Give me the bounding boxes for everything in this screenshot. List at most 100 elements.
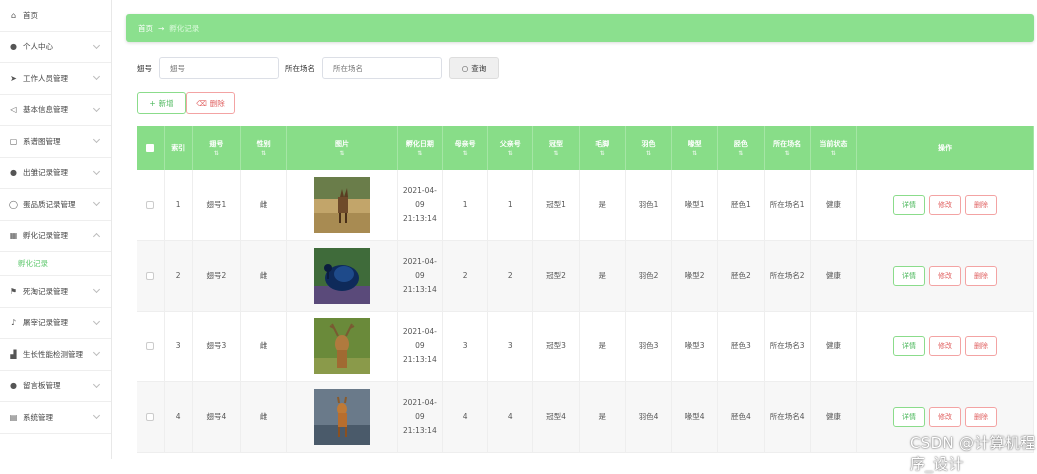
sidebar-item-growth[interactable]: ▟ 生长性能检测管理	[0, 339, 111, 371]
cell-status: 健康	[810, 381, 857, 453]
detail-button[interactable]: 详情	[892, 195, 925, 215]
column-header-index[interactable]: 索引	[164, 126, 193, 170]
row-actions: 详情 修改 删除	[856, 170, 1035, 241]
cell-wing: 翅号1	[192, 170, 242, 241]
cell-sex: 雌	[240, 170, 288, 241]
add-button[interactable]: + 新增	[137, 92, 186, 114]
sidebar: ⌂ 首页 ● 个人中心 ➤ 工作人员管理 ◁ 基本信息管理 ▢ 系谱图管理 ● 出雏记录管理…	[0, 0, 112, 459]
cell-father: 1	[487, 170, 534, 241]
cell-wing: 翅号2	[192, 240, 242, 312]
delete-button[interactable]: 删除	[964, 406, 997, 427]
sidebar-item-personal-center[interactable]: ● 个人中心	[0, 32, 111, 63]
column-header-date[interactable]: 孵化日期 ⇅	[397, 126, 443, 170]
paper-plane-icon: ◁	[10, 105, 17, 115]
column-header-image[interactable]: 图片 ⇅	[286, 126, 398, 170]
column-header-shank[interactable]: 胫色 ⇅	[717, 126, 765, 170]
edit-button[interactable]: 修改	[928, 265, 961, 286]
breadcrumb-current: 孵化记录	[169, 23, 200, 33]
sidebar-item-hatch-out[interactable]: ● 出雏记录管理	[0, 158, 111, 189]
query-button-label: 查询	[471, 63, 487, 73]
cell-shank: 胫色1	[717, 170, 765, 241]
table-icon: ▤	[9, 412, 18, 422]
sidebar-item-system[interactable]: ▤ 系统管理	[0, 402, 111, 434]
row-checkbox[interactable]	[137, 170, 165, 241]
sidebar-item-message-board[interactable]: ● 留言板管理	[0, 371, 111, 402]
column-header-sex[interactable]: 性别 ⇅	[240, 126, 288, 170]
column-header-comb[interactable]: 冠型 ⇅	[532, 126, 580, 170]
cell-farm: 所在场名2	[764, 240, 811, 312]
detail-button[interactable]: 详情	[892, 265, 925, 286]
cell-sex: 雌	[240, 381, 288, 453]
delete-button[interactable]: 删除	[964, 265, 997, 286]
sidebar-item-mortality[interactable]: ⚑ 死淘记录管理	[0, 276, 111, 308]
cell-status: 健康	[810, 240, 857, 312]
farm-name-input[interactable]	[322, 57, 442, 79]
user-icon: ●	[10, 42, 17, 52]
row-checkbox[interactable]	[137, 311, 165, 382]
edit-button[interactable]: 修改	[928, 336, 961, 357]
cell-feather: 羽色3	[625, 311, 673, 382]
cell-index: 3	[164, 311, 193, 382]
column-header-feather[interactable]: 羽色 ⇅	[625, 126, 673, 170]
sidebar-subitem-incubation-record[interactable]: 孵化记录	[0, 252, 111, 276]
person-icon: ●	[10, 381, 17, 391]
row-actions: 详情 修改 删除	[856, 311, 1035, 382]
batch-delete-button[interactable]: ⌫ 删除	[186, 92, 235, 114]
cell-feather: 羽色2	[625, 240, 673, 312]
sidebar-item-slaughter[interactable]: ♪ 屠宰记录管理	[0, 308, 111, 339]
sidebar-item-staff[interactable]: ➤ 工作人员管理	[0, 63, 111, 95]
search-bar: 翅号 所在场名 ○查询	[137, 57, 499, 79]
delete-button-label: 删除	[209, 98, 225, 108]
chevron-down-icon	[92, 348, 101, 357]
add-button-label: 新增	[158, 98, 174, 108]
sidebar-item-label: 留言板管理	[23, 381, 61, 391]
column-header-wing[interactable]: 翅号 ⇅	[192, 126, 242, 170]
grid-icon: ▦	[9, 231, 18, 241]
cell-farm: 所在场名4	[764, 381, 811, 453]
sidebar-item-pedigree[interactable]: ▢ 系谱图管理	[0, 126, 111, 158]
sidebar-item-basic-info[interactable]: ◁ 基本信息管理	[0, 95, 111, 126]
detail-button[interactable]: 详情	[892, 336, 925, 357]
column-header-farm[interactable]: 所在场名 ⇅	[764, 126, 811, 170]
delete-button[interactable]: 删除	[964, 195, 997, 215]
cell-farm: 所在场名1	[764, 170, 811, 241]
cell-feet: 是	[579, 170, 626, 241]
sidebar-item-label: 出雏记录管理	[23, 168, 68, 178]
edit-button[interactable]: 修改	[928, 406, 961, 427]
trash-icon: ⌫	[196, 98, 207, 108]
row-actions: 详情 修改 删除	[856, 240, 1035, 312]
chevron-down-icon	[92, 41, 101, 49]
query-button[interactable]: ○ 查询	[449, 57, 499, 79]
chevron-down-icon	[92, 167, 101, 175]
edit-button[interactable]: 修改	[928, 195, 961, 215]
sidebar-item-label: 孵化记录管理	[23, 231, 68, 241]
sidebar-item-incubation[interactable]: ▦ 孵化记录管理	[0, 221, 111, 252]
cell-beak: 喙型1	[671, 170, 719, 241]
sidebar-item-label: 系统管理	[23, 412, 53, 422]
breadcrumb-home[interactable]: 首页	[138, 23, 153, 34]
row-image-cell	[286, 170, 398, 241]
column-header-status[interactable]: 当前状态 ⇅	[810, 126, 857, 170]
sidebar-item-label: 蛋品质记录管理	[23, 199, 76, 209]
select-all-checkbox[interactable]	[137, 126, 165, 170]
flag-icon: ⚑	[9, 286, 18, 296]
plus-icon: +	[149, 98, 156, 108]
row-checkbox[interactable]	[137, 240, 165, 312]
column-header-father[interactable]: 父亲号 ⇅	[487, 126, 534, 170]
cell-index: 1	[164, 170, 193, 241]
sidebar-item-home[interactable]: ⌂ 首页	[0, 0, 111, 32]
cell-shank: 胫色3	[717, 311, 765, 382]
delete-button[interactable]: 删除	[964, 336, 997, 357]
chevron-down-icon	[92, 72, 101, 81]
column-header-feet[interactable]: 毛脚 ⇅	[579, 126, 626, 170]
sidebar-item-egg-quality[interactable]: ◯ 蛋品质记录管理	[0, 189, 111, 221]
column-header-beak[interactable]: 喙型 ⇅	[671, 126, 719, 170]
toolbar: + 新增 ⌫ 删除	[137, 92, 235, 114]
sidebar-item-label: 首页	[23, 10, 38, 20]
cell-comb: 冠型3	[532, 311, 580, 382]
row-checkbox[interactable]	[137, 381, 165, 453]
wing-number-input[interactable]	[159, 57, 279, 79]
mic-icon: ♪	[10, 318, 17, 328]
column-header-mother[interactable]: 母亲号 ⇅	[442, 126, 489, 170]
detail-button[interactable]: 详情	[892, 406, 925, 427]
